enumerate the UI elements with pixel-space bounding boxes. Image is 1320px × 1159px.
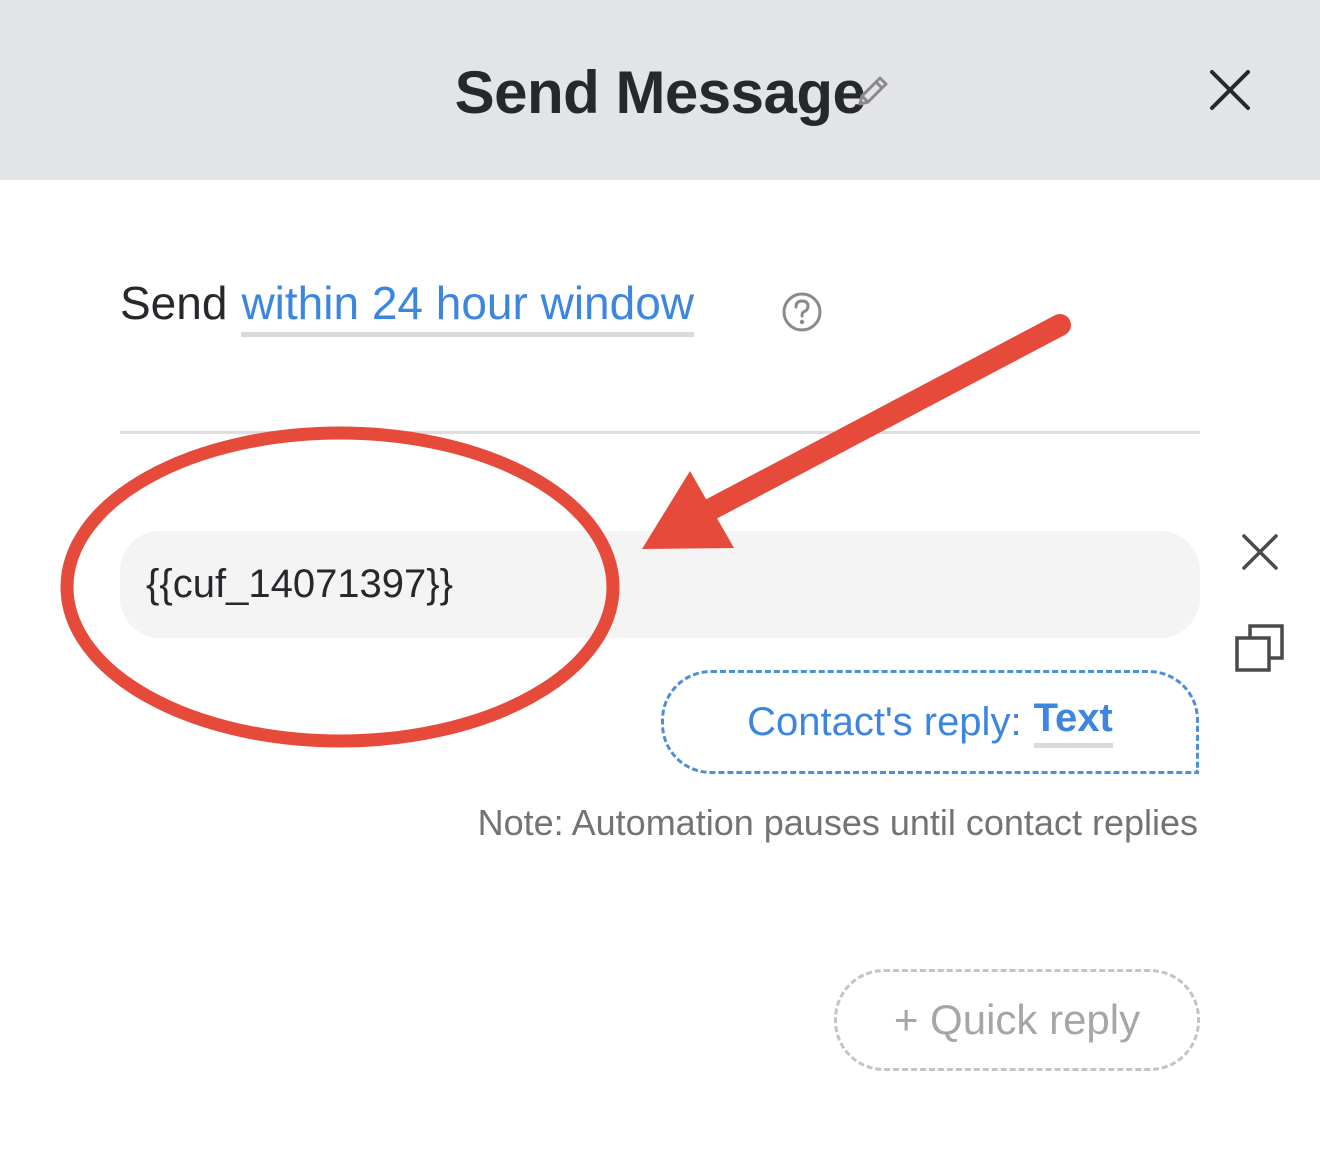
panel-title: Send Message [454,58,866,126]
panel-header: Send Message [0,0,1320,180]
automation-note: Note: Automation pauses until contact re… [477,802,1198,843]
reply-type: Text [1033,696,1113,748]
message-text-field[interactable]: {{cuf_14071397}} [120,531,1200,638]
pencil-icon[interactable] [852,70,894,112]
copy-icon[interactable] [1234,622,1288,676]
question-circle-icon[interactable] [781,291,823,333]
contact-reply-selector[interactable]: Contact's reply: Text [661,670,1199,774]
send-window-row: Send within 24 hour window [120,276,695,346]
delete-message-icon[interactable] [1238,530,1282,574]
reply-prefix: Contact's reply: [747,699,1022,744]
annotation-arrow-shaft [689,314,1071,526]
title-wrap: Send Message [0,52,1320,132]
send-window-link[interactable]: within 24 hour window [241,276,695,337]
close-icon[interactable] [1206,66,1254,114]
message-text: {{cuf_14071397}} [146,562,454,606]
section-divider [120,431,1200,434]
send-message-panel: Send Message Send within 24 hour window … [0,0,1320,1159]
send-prefix: Send [120,277,228,329]
quick-reply-button[interactable]: + Quick reply [834,969,1200,1071]
